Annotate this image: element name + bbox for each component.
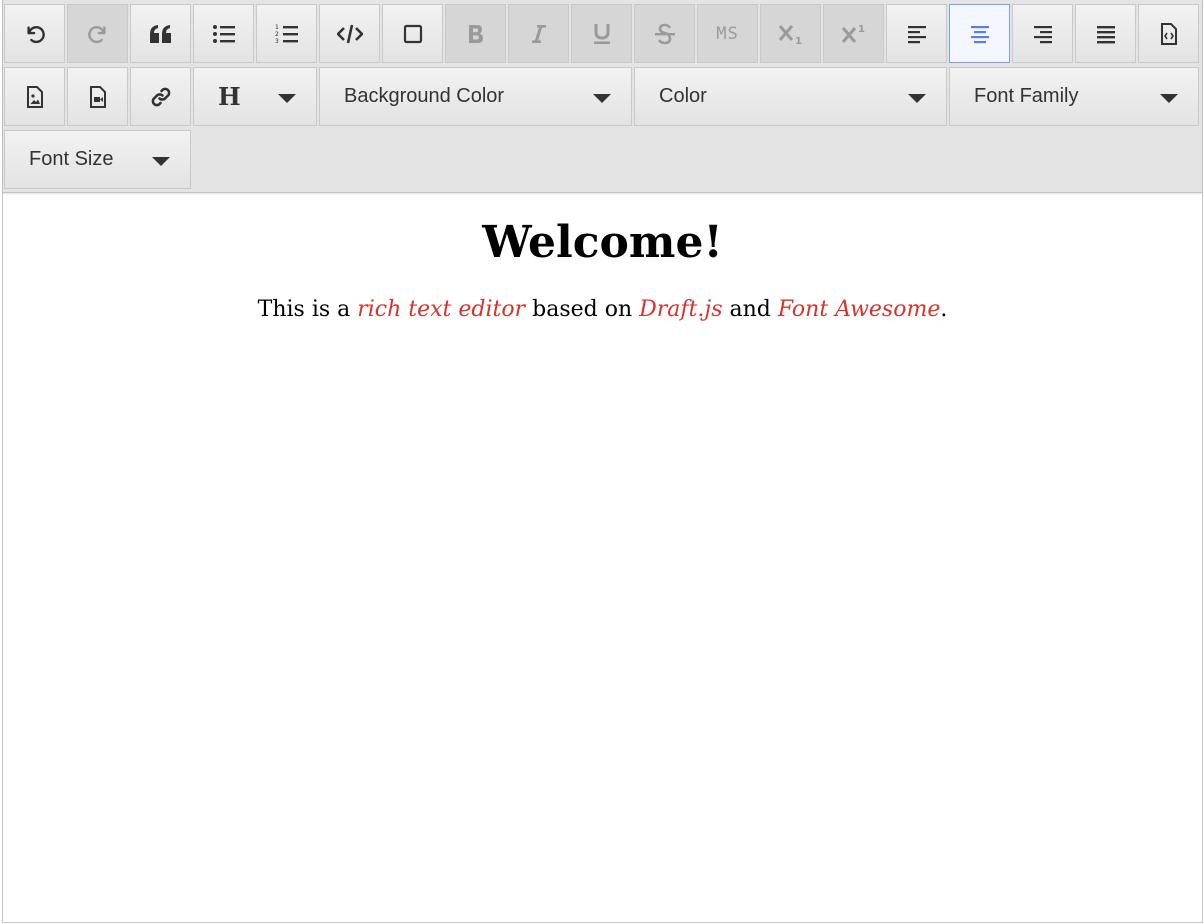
quote-icon <box>149 24 173 44</box>
chevron-down-icon <box>908 94 926 103</box>
text-span: This is a <box>257 297 358 322</box>
align-left-icon <box>907 24 927 44</box>
font-size-dropdown[interactable]: Font Size <box>4 130 191 189</box>
text-highlight: Draft.js <box>639 297 723 322</box>
font-family-dropdown[interactable]: Font Family <box>949 67 1199 126</box>
font-family-label: Font Family <box>974 85 1079 107</box>
heading-label: H <box>218 82 241 111</box>
color-label: Color <box>659 85 707 107</box>
chevron-down-icon <box>152 157 170 166</box>
chevron-down-icon <box>593 94 611 103</box>
chevron-down-icon <box>1160 94 1178 103</box>
text-span: based on <box>525 297 640 322</box>
insert-link-button[interactable] <box>130 67 191 126</box>
square-icon <box>403 24 423 44</box>
insert-video-button[interactable] <box>67 67 128 126</box>
content-title: Welcome! <box>482 217 723 268</box>
text-highlight: rich text editor <box>357 297 526 322</box>
rich-text-editor: 123 MS 1 1 H Background Color Color Font… <box>2 0 1203 923</box>
align-justify-icon <box>1096 24 1116 44</box>
ordered-list-button[interactable]: 123 <box>256 4 317 63</box>
svg-text:1: 1 <box>275 24 279 31</box>
list-ol-icon: 123 <box>275 24 299 44</box>
svg-text:3: 3 <box>275 38 279 44</box>
strikethrough-icon <box>654 23 676 45</box>
square-button[interactable] <box>382 4 443 63</box>
subscript-button[interactable]: 1 <box>760 4 821 63</box>
font-size-label: Font Size <box>29 148 114 170</box>
list-ul-icon <box>212 24 236 44</box>
unordered-list-button[interactable] <box>193 4 254 63</box>
text-span: . <box>940 297 948 322</box>
toolbar: 123 MS 1 1 H Background Color Color Font… <box>3 0 1202 193</box>
code-icon <box>336 24 363 44</box>
text-span: and <box>722 297 778 322</box>
align-left-button[interactable] <box>886 4 947 63</box>
text-highlight: Font Awesome <box>777 297 941 322</box>
file-code-icon <box>1160 22 1178 45</box>
svg-text:2: 2 <box>275 31 279 38</box>
superscript-button[interactable]: 1 <box>823 4 884 63</box>
link-icon <box>149 85 173 109</box>
monospace-button[interactable]: MS <box>697 4 758 63</box>
bold-button[interactable] <box>445 4 506 63</box>
insert-image-button[interactable] <box>4 67 65 126</box>
monospace-label: MS <box>716 23 739 44</box>
file-video-icon <box>89 85 107 108</box>
italic-icon <box>531 24 547 44</box>
background-color-label: Background Color <box>344 85 505 107</box>
undo-button[interactable] <box>4 4 65 63</box>
redo-icon <box>87 23 109 45</box>
align-center-button[interactable] <box>949 4 1010 63</box>
align-right-icon <box>1033 24 1053 44</box>
heading-dropdown[interactable]: H <box>193 67 317 126</box>
underline-button[interactable] <box>571 4 632 63</box>
insert-code-file-button[interactable] <box>1138 4 1199 63</box>
svg-text:1: 1 <box>858 24 865 35</box>
redo-button[interactable] <box>67 4 128 63</box>
color-dropdown[interactable]: Color <box>634 67 947 126</box>
align-justify-button[interactable] <box>1075 4 1136 63</box>
align-center-icon <box>970 24 990 44</box>
superscript-icon: 1 <box>841 23 867 45</box>
undo-icon <box>24 23 46 45</box>
chevron-down-icon <box>278 94 296 103</box>
bold-icon <box>467 24 485 44</box>
align-right-button[interactable] <box>1012 4 1073 63</box>
subscript-icon: 1 <box>778 23 804 45</box>
content-paragraph: This is a rich text editor based on Draf… <box>3 295 1202 325</box>
file-image-icon <box>26 85 44 108</box>
svg-text:1: 1 <box>795 36 802 45</box>
editor-content[interactable]: Welcome! This is a rich text editor base… <box>3 193 1202 325</box>
background-color-dropdown[interactable]: Background Color <box>319 67 632 126</box>
italic-button[interactable] <box>508 4 569 63</box>
strikethrough-button[interactable] <box>634 4 695 63</box>
underline-icon <box>592 23 612 45</box>
code-block-button[interactable] <box>319 4 380 63</box>
blockquote-button[interactable] <box>130 4 191 63</box>
